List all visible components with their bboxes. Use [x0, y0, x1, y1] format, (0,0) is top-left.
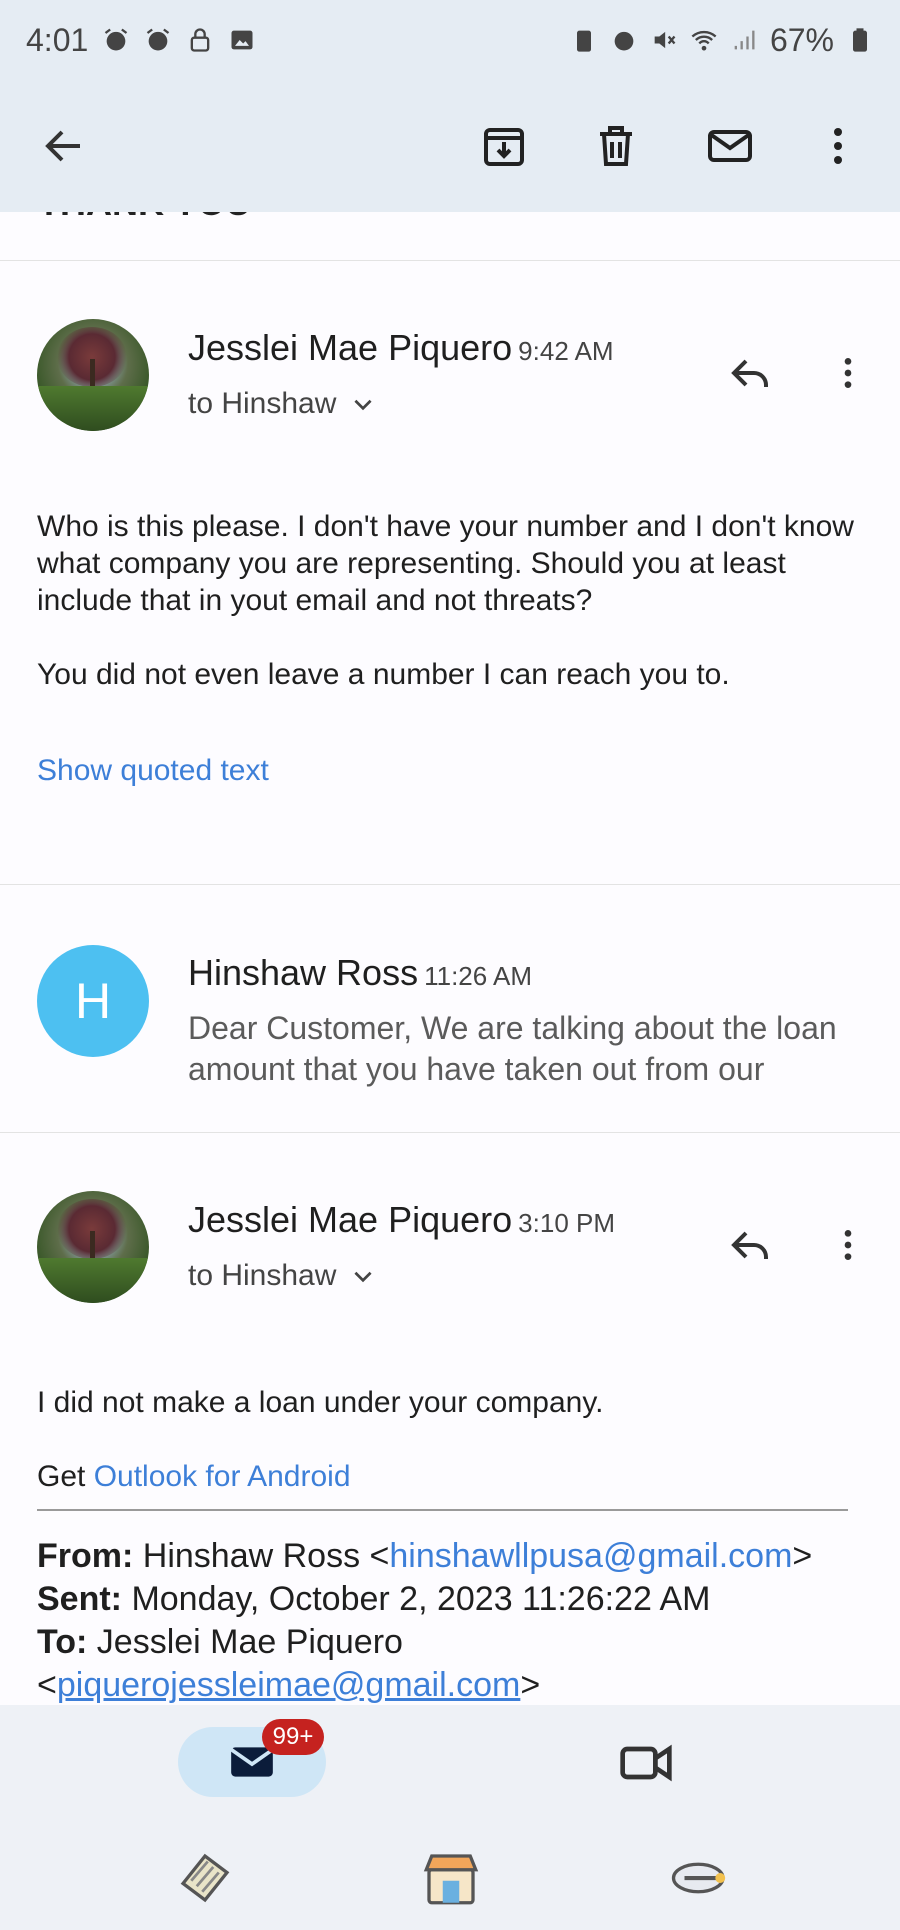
- avatar[interactable]: [37, 319, 149, 431]
- recipient-details-toggle[interactable]: to Hinshaw: [188, 387, 376, 421]
- divider: [0, 884, 900, 885]
- sender-name: Jesslei Mae Piquero 3:10 PM: [188, 1199, 615, 1240]
- mark-unread-icon: [708, 130, 752, 162]
- email-thread: THANK YOU Jesslei Mae Piquero9:42 AM to …: [0, 212, 900, 1705]
- status-bar: 4:01 67%: [0, 0, 900, 80]
- body-paragraph: Who is this please. I don't have your nu…: [37, 510, 854, 617]
- avatar[interactable]: H: [37, 945, 149, 1057]
- bottom-navigation: 99+: [0, 1705, 900, 1930]
- app-bar: [0, 80, 900, 212]
- more-vert-icon: [844, 358, 852, 388]
- app-icon-pen[interactable]: [668, 1845, 734, 1911]
- back-arrow-icon: [45, 130, 80, 162]
- quoted-sent: Sent: Monday, October 2, 2023 11:26:22 A…: [37, 1580, 711, 1618]
- mark-unread-button[interactable]: [698, 114, 762, 178]
- message-more-button[interactable]: [820, 345, 876, 401]
- reply-button[interactable]: [722, 1217, 778, 1273]
- message-body: I did not make a loan under your company…: [37, 1386, 604, 1419]
- recipient-label: to Hinshaw: [188, 1259, 337, 1292]
- signature-line: Get Outlook for Android: [37, 1460, 351, 1493]
- archive-icon: [484, 128, 524, 166]
- message-time: 9:42 AM: [518, 336, 614, 366]
- from-email-link[interactable]: hinshawllpusa@gmail.com: [389, 1537, 792, 1575]
- message-body: Who is this please. I don't have your nu…: [37, 508, 867, 693]
- sender-name: Jesslei Mae Piquero 9:42 AM: [188, 327, 614, 368]
- message-time: 3:10 PM: [518, 1208, 615, 1238]
- app-icon-store[interactable]: [418, 1845, 484, 1911]
- lock-icon: [190, 28, 210, 52]
- recipient-details-toggle[interactable]: to Hinshaw: [188, 1259, 376, 1293]
- unread-badge: 99+: [262, 1719, 324, 1755]
- divider: [0, 260, 900, 261]
- reply-icon: [731, 1231, 768, 1259]
- quoted-to-email: <piquerojessleimae@gmail.com>: [37, 1666, 541, 1704]
- image-icon: [231, 30, 253, 50]
- message-snippet: Dear Customer, We are talking about the …: [188, 1010, 837, 1087]
- truncated-previous-text: THANK YOU: [38, 212, 251, 224]
- alarm-icon: [147, 28, 170, 51]
- delete-button[interactable]: [584, 114, 648, 178]
- battery-saver-icon: [576, 30, 591, 52]
- alarm-icon: [614, 31, 634, 51]
- signal-icon: [734, 30, 755, 50]
- sender-name: Hinshaw Ross 11:26 AM: [188, 952, 533, 993]
- avatar[interactable]: [37, 1191, 149, 1303]
- more-vert-icon: [844, 1230, 852, 1260]
- reply-button[interactable]: [722, 345, 778, 401]
- recipient-label: to Hinshaw: [188, 387, 337, 420]
- back-button[interactable]: [32, 114, 96, 178]
- body-paragraph: You did not even leave a number I can re…: [37, 658, 730, 691]
- reply-icon: [731, 359, 768, 387]
- to-email-link[interactable]: piquerojessleimae@gmail.com: [57, 1666, 520, 1704]
- battery-percent: 67%: [769, 21, 834, 58]
- divider: [0, 1132, 900, 1133]
- top-bar-area: 4:01 67%: [0, 0, 900, 212]
- quoted-to: To: Jesslei Mae Piquero: [37, 1623, 403, 1661]
- quoted-divider: [37, 1509, 848, 1511]
- show-quoted-text-link[interactable]: Show quoted text: [37, 752, 867, 789]
- chevron-down-icon: [354, 1271, 372, 1283]
- battery-icon: [853, 28, 867, 52]
- message-more-button[interactable]: [820, 1217, 876, 1273]
- app-icon-ticket[interactable]: [172, 1845, 238, 1911]
- video-camera-icon[interactable]: [618, 1735, 674, 1791]
- more-vert-icon: [834, 128, 842, 164]
- delete-icon: [600, 126, 632, 166]
- quoted-from: From: Hinshaw Ross <hinshawllpusa@gmail.…: [37, 1537, 813, 1575]
- outlook-link[interactable]: Outlook for Android: [94, 1460, 351, 1493]
- status-time: 4:01: [26, 21, 89, 58]
- archive-button[interactable]: [472, 114, 536, 178]
- chevron-down-icon: [354, 399, 372, 411]
- wifi-icon: [691, 30, 717, 51]
- alarm-icon: [105, 28, 128, 51]
- more-options-button[interactable]: [806, 114, 870, 178]
- mute-icon: [654, 31, 676, 49]
- message-time: 11:26 AM: [424, 961, 533, 991]
